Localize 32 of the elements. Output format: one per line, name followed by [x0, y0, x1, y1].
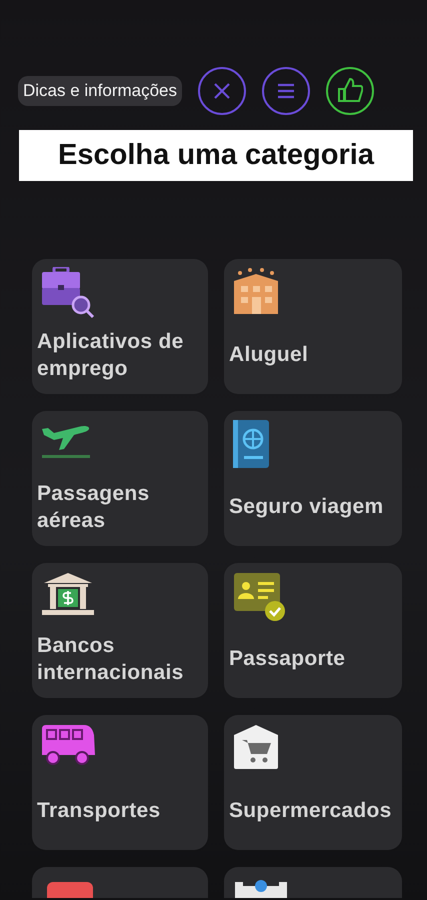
close-button[interactable] — [198, 67, 246, 115]
category-label: Seguro viagem — [229, 494, 384, 520]
passport-icon — [232, 419, 270, 469]
cart-icon — [232, 723, 280, 771]
rounded-tile-icon — [47, 882, 93, 898]
category-card[interactable]: Passagens aéreas — [32, 411, 208, 546]
category-card[interactable]: Transportes — [32, 715, 208, 850]
category-card[interactable]: Bancos internacionais — [32, 563, 208, 698]
like-icon — [337, 78, 364, 104]
category-label: Passagens aéreas — [37, 481, 150, 534]
category-label: Passaporte — [229, 646, 346, 672]
category-label: Supermercados — [229, 798, 392, 824]
hotel-icon — [232, 267, 280, 317]
category-card[interactable]: Seguro viagem — [224, 411, 402, 546]
category-card[interactable] — [224, 867, 402, 898]
id-card-check-icon — [232, 571, 288, 623]
briefcase-search-icon — [40, 267, 96, 319]
category-label: Transportes — [37, 798, 161, 824]
category-label: Aluguel — [229, 342, 308, 368]
building-icon — [235, 880, 287, 898]
menu-button[interactable] — [262, 67, 310, 115]
category-card[interactable]: Aluguel — [224, 259, 402, 394]
category-heading: Escolha uma categoria — [19, 130, 413, 181]
category-card[interactable]: Passaporte — [224, 563, 402, 698]
category-card[interactable]: Aplicativos de emprego — [32, 259, 208, 394]
tips-label[interactable]: Dicas e informações — [18, 76, 182, 106]
category-card[interactable]: Supermercados — [224, 715, 402, 850]
category-label: Aplicativos de emprego — [37, 329, 185, 382]
bank-icon — [40, 571, 96, 617]
category-label: Bancos internacionais — [37, 633, 185, 686]
bus-icon — [40, 723, 96, 767]
like-button[interactable] — [326, 67, 374, 115]
